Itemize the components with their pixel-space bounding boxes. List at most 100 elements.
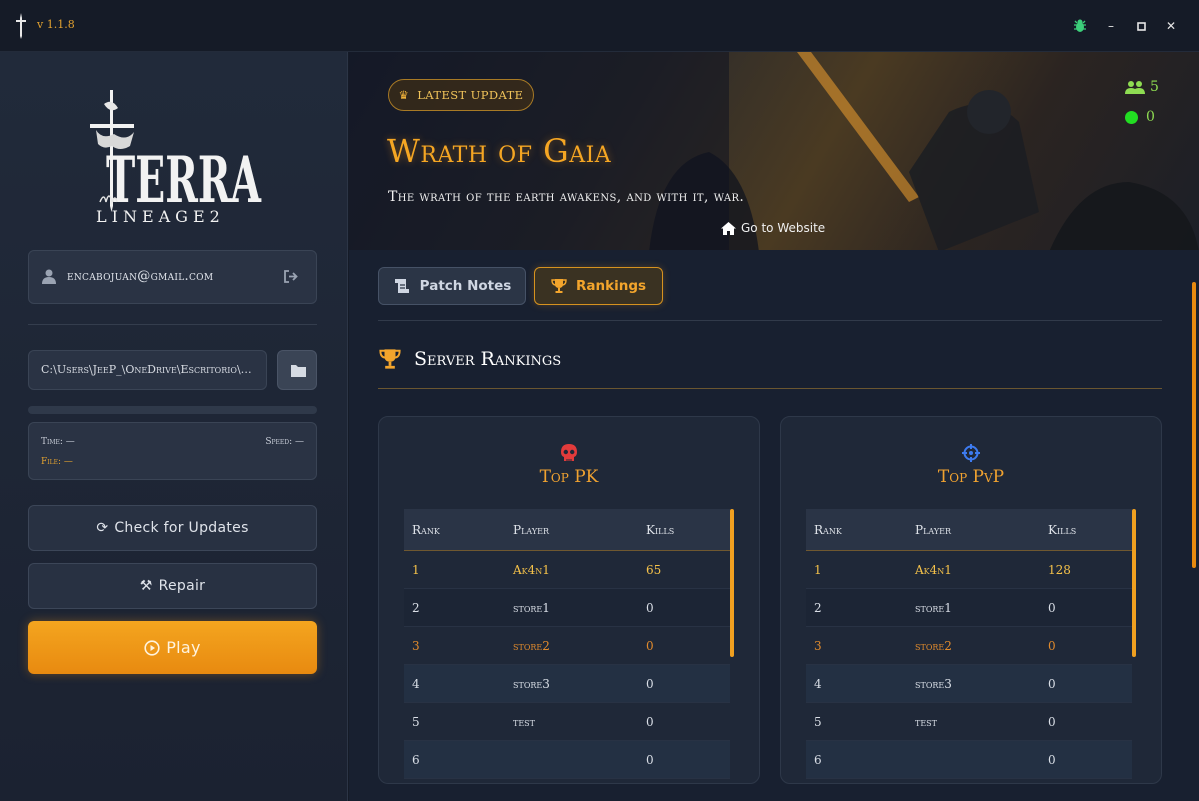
kills-cell: 0	[1048, 752, 1056, 767]
table-row: 3 store2 0	[404, 627, 730, 665]
section-title-text: Server Rankings	[414, 348, 562, 370]
table-row: 60	[404, 741, 730, 779]
check-updates-button[interactable]: ⟳ Check for Updates	[28, 505, 317, 551]
install-path-field[interactable]: C:\Users\JeeP_\OneDrive\Escritorio\L...	[28, 350, 267, 390]
trophy-icon	[379, 349, 401, 369]
install-path-text: C:\Users\JeeP_\OneDrive\Escritorio\L...	[41, 363, 257, 376]
table-row: 5 test 0	[404, 703, 730, 741]
table-row: 1 Ak4n1 65	[404, 551, 730, 589]
tab-patch-notes-label: Patch Notes	[419, 278, 512, 294]
table-scrollbar[interactable]	[730, 509, 734, 657]
table-scrollbar[interactable]	[1132, 509, 1136, 657]
kills-cell: 0	[1048, 638, 1056, 653]
column-kills: Kills	[646, 522, 675, 537]
top-pk-title: Top PK	[539, 467, 599, 487]
rank-cell: 4	[814, 676, 822, 691]
bug-icon[interactable]	[1070, 16, 1090, 36]
player-cell: test	[513, 714, 535, 729]
table-row: 2 store1 0	[806, 589, 1132, 627]
play-icon	[144, 639, 160, 656]
kills-cell: 0	[646, 638, 654, 653]
repair-label: Repair	[158, 578, 206, 594]
time-stat: Time: —	[41, 437, 75, 447]
update-title: Wrath of Gaia	[387, 132, 612, 170]
main-scrollbar[interactable]	[1192, 282, 1196, 568]
home-icon	[721, 221, 736, 235]
tab-patch-notes[interactable]: Patch Notes	[378, 267, 526, 305]
players-count: 5	[1150, 79, 1159, 95]
column-rank: Rank	[814, 522, 842, 537]
server-status: 0	[1125, 109, 1155, 125]
close-button[interactable]: ✕	[1161, 16, 1181, 36]
player-cell: store3	[513, 676, 550, 691]
kills-cell: 0	[1048, 676, 1056, 691]
title-bar: v 1.1.8 – ✕	[0, 0, 1199, 52]
kills-cell: 0	[1048, 714, 1056, 729]
scroll-icon	[394, 279, 409, 293]
table-header: Rank Player Kills	[806, 509, 1132, 551]
tools-icon: ⚒	[139, 578, 153, 594]
player-cell: store2	[915, 638, 952, 653]
crosshair-icon	[781, 443, 1161, 463]
minimize-button[interactable]: –	[1101, 16, 1121, 36]
user-icon	[42, 269, 56, 284]
rank-cell: 3	[412, 638, 420, 653]
table-row: 5 test 0	[806, 703, 1132, 741]
rank-cell: 2	[412, 600, 420, 615]
maximize-button[interactable]	[1131, 16, 1151, 36]
update-banner: ♛ LATEST UPDATE Wrath of Gaia The wrath …	[349, 52, 1199, 250]
account-email: encabojuan@gmail.com	[67, 269, 214, 284]
online-players: 5	[1125, 79, 1159, 95]
refresh-icon: ⟳	[96, 520, 109, 536]
skull-icon	[379, 443, 759, 463]
users-icon	[1125, 81, 1145, 94]
account-card: encabojuan@gmail.com	[28, 250, 317, 304]
table-row: 1 Ak4n1 128	[806, 551, 1132, 589]
rank-cell: 1	[412, 562, 420, 577]
kills-cell: 65	[646, 562, 662, 577]
download-stats: Time: — Speed: — File: —	[28, 422, 317, 480]
section-divider	[378, 388, 1162, 389]
sword-logo-icon	[16, 13, 26, 39]
go-to-website-link[interactable]: Go to Website	[721, 221, 825, 235]
tab-rankings[interactable]: Rankings	[534, 267, 663, 305]
rank-cell: 6	[412, 752, 420, 767]
repair-button[interactable]: ⚒ Repair	[28, 563, 317, 609]
player-cell: store3	[915, 676, 952, 691]
rank-cell: 2	[814, 600, 822, 615]
top-pk-table: Rank Player Kills 1 Ak4n1 65 2 store1 0 3 sto…	[404, 509, 730, 779]
play-label: Play	[166, 638, 201, 657]
player-cell: Ak4n1	[513, 562, 550, 577]
main-content: ♛ LATEST UPDATE Wrath of Gaia The wrath …	[349, 52, 1199, 801]
folder-icon	[291, 365, 306, 377]
download-progress-bar	[28, 406, 317, 414]
version-label: v 1.1.8	[37, 18, 75, 31]
browse-folder-button[interactable]	[277, 350, 317, 390]
update-subtitle: The wrath of the earth awakens, and with…	[388, 189, 745, 205]
player-cell: store1	[513, 600, 550, 615]
kills-cell: 0	[646, 676, 654, 691]
tabs-divider	[378, 320, 1162, 321]
table-row: 4 store3 0	[404, 665, 730, 703]
section-title: Server Rankings	[378, 348, 561, 370]
table-header: Rank Player Kills	[404, 509, 730, 551]
kills-cell: 0	[646, 752, 654, 767]
table-row: 4 store3 0	[806, 665, 1132, 703]
player-cell: Ak4n1	[915, 562, 952, 577]
trophy-icon	[551, 279, 567, 293]
status-count: 0	[1146, 109, 1155, 125]
rank-cell: 3	[814, 638, 822, 653]
player-cell: store1	[915, 600, 952, 615]
rank-cell: 4	[412, 676, 420, 691]
top-pvp-table: Rank Player Kills 1 Ak4n1 128 2 store1 0 3 st…	[806, 509, 1132, 779]
tab-rankings-label: Rankings	[575, 278, 647, 294]
top-pvp-title: Top PvP	[937, 467, 1005, 487]
column-player: Player	[513, 522, 549, 537]
play-button[interactable]: Play	[28, 621, 317, 674]
table-row: 2 store1 0	[404, 589, 730, 627]
sidebar: TERRA LINEAGE2 encabojuan@gmail.com C:\U…	[0, 52, 348, 801]
logo-subtext: LINEAGE2	[96, 207, 225, 226]
kills-cell: 0	[646, 600, 654, 615]
logout-icon[interactable]	[283, 269, 299, 284]
online-dot-icon	[1125, 110, 1138, 124]
